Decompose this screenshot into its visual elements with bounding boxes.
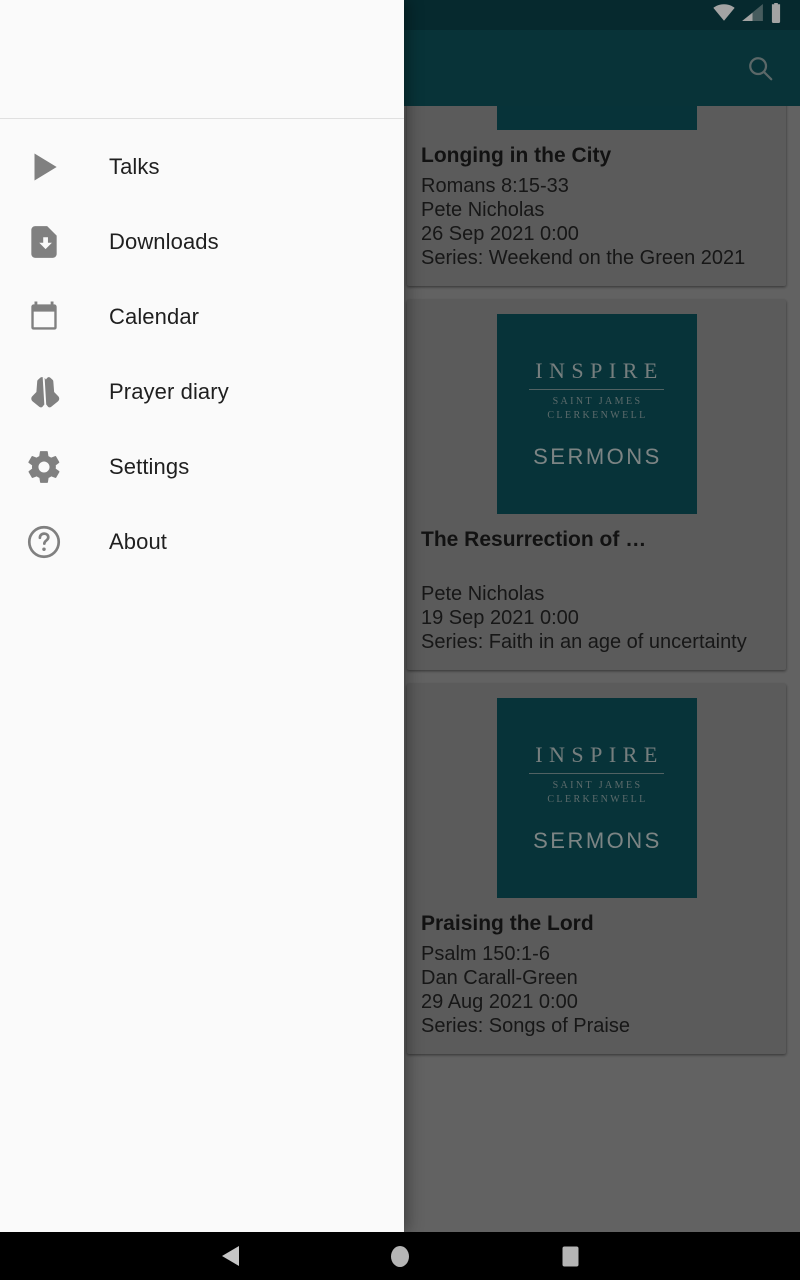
- gear-icon: [16, 448, 72, 486]
- praying-hands-icon: [16, 373, 72, 411]
- drawer-item-settings[interactable]: Settings: [0, 429, 404, 504]
- nav-home-button[interactable]: [315, 1245, 485, 1268]
- drawer-item-calendar[interactable]: Calendar: [0, 279, 404, 354]
- drawer-item-label: Settings: [109, 453, 190, 479]
- android-nav-bar: [0, 1232, 800, 1280]
- drawer-item-label: About: [109, 528, 167, 554]
- calendar-icon: [16, 298, 72, 336]
- help-circle-icon: [16, 523, 72, 561]
- phone-screen: INSPIRESAINT JAMESCLERKENWELLSERMONSJesu…: [0, 0, 800, 1280]
- drawer-item-talks[interactable]: Talks: [0, 129, 404, 204]
- drawer-item-label: Downloads: [109, 228, 219, 254]
- drawer-item-about[interactable]: About: [0, 504, 404, 579]
- nav-back-button[interactable]: [145, 1244, 315, 1268]
- nav-recents-button[interactable]: [485, 1246, 655, 1267]
- download-file-icon: [16, 223, 72, 261]
- play-icon: [16, 148, 72, 186]
- drawer-item-list: Talks Downloads Calendar Prayer diary Settin…: [0, 119, 404, 579]
- drawer-header: [0, 0, 404, 119]
- drawer-item-prayer-diary[interactable]: Prayer diary: [0, 354, 404, 429]
- drawer-item-label: Prayer diary: [109, 378, 229, 404]
- navigation-drawer: Talks Downloads Calendar Prayer diary Settin…: [0, 0, 404, 1232]
- drawer-item-downloads[interactable]: Downloads: [0, 204, 404, 279]
- drawer-item-label: Talks: [109, 153, 160, 179]
- drawer-item-label: Calendar: [109, 303, 200, 329]
